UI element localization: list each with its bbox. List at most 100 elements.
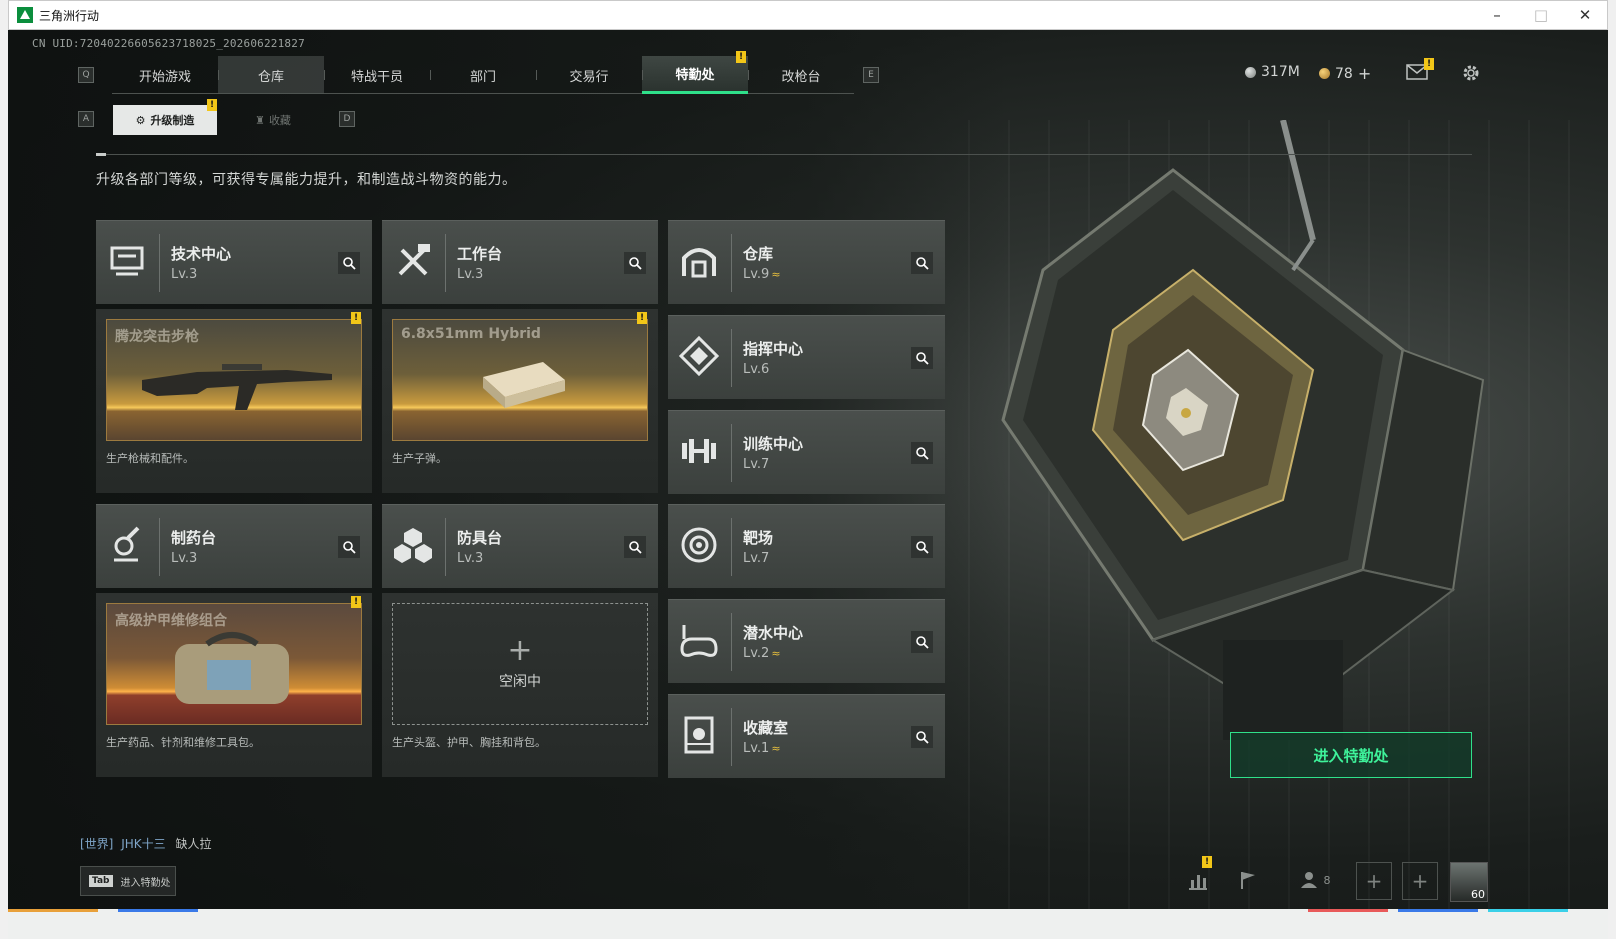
tab-departments[interactable]: 部门 (430, 56, 536, 94)
microscope-icon (114, 526, 140, 562)
chat-line[interactable]: [世界] JHK十三 缺人拉 (80, 835, 211, 852)
search-icon[interactable] (338, 252, 360, 274)
level-value: Lv.2 (743, 646, 770, 661)
production-panel-armor-bench[interactable]: + 空闲中 生产头盔、护甲、胸挂和背包。 (382, 593, 658, 777)
window-title: 三角洲行动 (39, 8, 100, 23)
dept-card-collection-room[interactable]: 收藏室 Lv.1 ≈ (668, 694, 945, 778)
tab-start-game[interactable]: 开始游戏 (112, 56, 218, 94)
search-icon[interactable] (911, 347, 933, 369)
vault-icon (682, 248, 716, 278)
search-icon[interactable] (624, 252, 646, 274)
production-panel-workbench[interactable]: 6.8x51mm Hybrid ! 生产子弹。 (382, 309, 658, 493)
tab-special-ops-label: 特勤处 (675, 68, 715, 83)
production-panel-tech-center[interactable]: 腾龙突击步枪 ! 生产枪械和配件。 (96, 309, 372, 493)
card-separator (159, 234, 160, 292)
minimize-button[interactable]: – (1475, 1, 1519, 29)
search-icon[interactable] (911, 252, 933, 274)
dept-name: 技术中心 (171, 245, 232, 263)
chat-channel: [世界] (80, 837, 114, 851)
search-icon[interactable] (911, 536, 933, 558)
tab-operators[interactable]: 特战干员 (324, 56, 430, 94)
main-nav: 开始游戏 仓库 特战干员 部门 交易行 特勤处 ! 改枪台 (112, 51, 854, 94)
production-slot[interactable]: 6.8x51mm Hybrid (392, 319, 648, 441)
dept-card-shooting-range[interactable]: 靶场 Lv.7 (668, 504, 945, 588)
search-icon[interactable] (624, 536, 646, 558)
subtab-upgrade-craft[interactable]: ⚙ 升级制造 ! (113, 99, 217, 135)
dept-card-command-center[interactable]: 指挥中心 Lv.6 (668, 315, 945, 399)
idle-production-slot[interactable]: + 空闲中 (392, 603, 648, 725)
party-slot-2[interactable]: + (1402, 862, 1438, 900)
card-separator (731, 613, 732, 671)
flag-icon[interactable] (1230, 862, 1266, 898)
maximize-button[interactable]: □ (1519, 1, 1563, 29)
dept-name: 指挥中心 (743, 340, 804, 358)
add-production-icon: + (507, 633, 533, 668)
dept-level: Lv.1 ≈ (743, 741, 781, 756)
dept-card-workbench[interactable]: 工作台 Lv.3 (382, 220, 658, 304)
friends-button[interactable]: 8 (1290, 862, 1340, 898)
tab-gunsmith[interactable]: 改枪台 (748, 56, 854, 94)
chat-message: 缺人拉 (175, 837, 212, 851)
party-slot-1[interactable]: + (1356, 862, 1392, 900)
tab-key-hint[interactable]: Tab 进入特勤处 (80, 866, 176, 896)
upgrade-available-icon: ≈ (771, 647, 781, 660)
enter-special-ops-button[interactable]: 进入特勤处 (1230, 732, 1472, 778)
subtab-next-key-hint: D (339, 111, 355, 127)
ammo-box-image (483, 362, 565, 408)
player-avatar[interactable]: 60 (1450, 862, 1488, 902)
mail-icon[interactable]: ! (1406, 58, 1434, 80)
add-currency-button[interactable]: + (1358, 64, 1371, 83)
gear-icon[interactable] (1460, 62, 1482, 84)
app-logo-icon (17, 7, 33, 23)
card-separator (159, 518, 160, 576)
chat-user: JHK十三 (121, 837, 166, 851)
production-slot[interactable]: 腾龙突击步枪 (106, 319, 362, 441)
subtab-badge: ! (207, 99, 217, 111)
dept-level: Lv.3 (457, 267, 484, 282)
friends-count: 8 (1323, 873, 1331, 887)
friends-icon (1300, 872, 1317, 888)
nav-prev-key-hint: Q (78, 67, 94, 83)
card-separator (731, 708, 732, 766)
dept-name: 收藏室 (743, 719, 789, 737)
production-slot[interactable]: 高级护甲维修组合 (106, 603, 362, 725)
dept-level: Lv.3 (171, 267, 198, 282)
close-button[interactable]: ✕ (1563, 1, 1607, 29)
craft-icon: ⚙ (135, 113, 146, 127)
production-description: 生产子弹。 (392, 452, 447, 465)
dept-card-diving-center[interactable]: 潜水中心 Lv.2 ≈ (668, 599, 945, 683)
dept-card-warehouse[interactable]: 仓库 Lv.9 ≈ (668, 220, 945, 304)
dept-card-armor-bench[interactable]: 防具台 Lv.3 (382, 504, 658, 588)
dept-card-training-center[interactable]: 训练中心 Lv.7 (668, 410, 945, 494)
search-icon[interactable] (911, 631, 933, 653)
dept-level: Lv.2 ≈ (743, 646, 781, 661)
tab-special-ops[interactable]: 特勤处 ! (642, 51, 748, 94)
collection-icon (684, 716, 714, 754)
subtab-collection[interactable]: ♜ 收藏 (221, 105, 325, 135)
stats-badge: ! (1202, 856, 1212, 868)
stats-icon[interactable]: ! (1180, 856, 1216, 898)
window-titlebar: 三角洲行动 – □ ✕ (8, 0, 1608, 30)
monitor-icon (110, 246, 144, 276)
gold-coin-icon (1319, 68, 1330, 79)
card-separator (731, 518, 732, 576)
search-icon[interactable] (338, 536, 360, 558)
search-icon[interactable] (911, 726, 933, 748)
level-value: Lv.9 (743, 267, 770, 282)
tab-trading[interactable]: 交易行 (536, 56, 642, 94)
production-panel-pharmacy[interactable]: 高级护甲维修组合 ! 生产药品、针剂和维修工具包。 (96, 593, 372, 777)
dept-level: Lv.3 (171, 551, 198, 566)
taskbar-strip (8, 909, 1608, 939)
dept-name: 靶场 (743, 529, 774, 547)
tab-warehouse[interactable]: 仓库 (218, 56, 324, 94)
dept-level: Lv.3 (457, 551, 484, 566)
dept-card-tech-center[interactable]: 技术中心 Lv.3 (96, 220, 372, 304)
card-separator (445, 518, 446, 576)
search-icon[interactable] (911, 442, 933, 464)
dept-name: 工作台 (457, 245, 503, 263)
upgrade-available-icon: ≈ (771, 268, 781, 281)
command-icon (678, 335, 720, 377)
production-description: 生产头盔、护甲、胸挂和背包。 (392, 736, 546, 749)
dept-card-pharmacy[interactable]: 制药台 Lv.3 (96, 504, 372, 588)
idle-label: 空闲中 (499, 674, 541, 690)
